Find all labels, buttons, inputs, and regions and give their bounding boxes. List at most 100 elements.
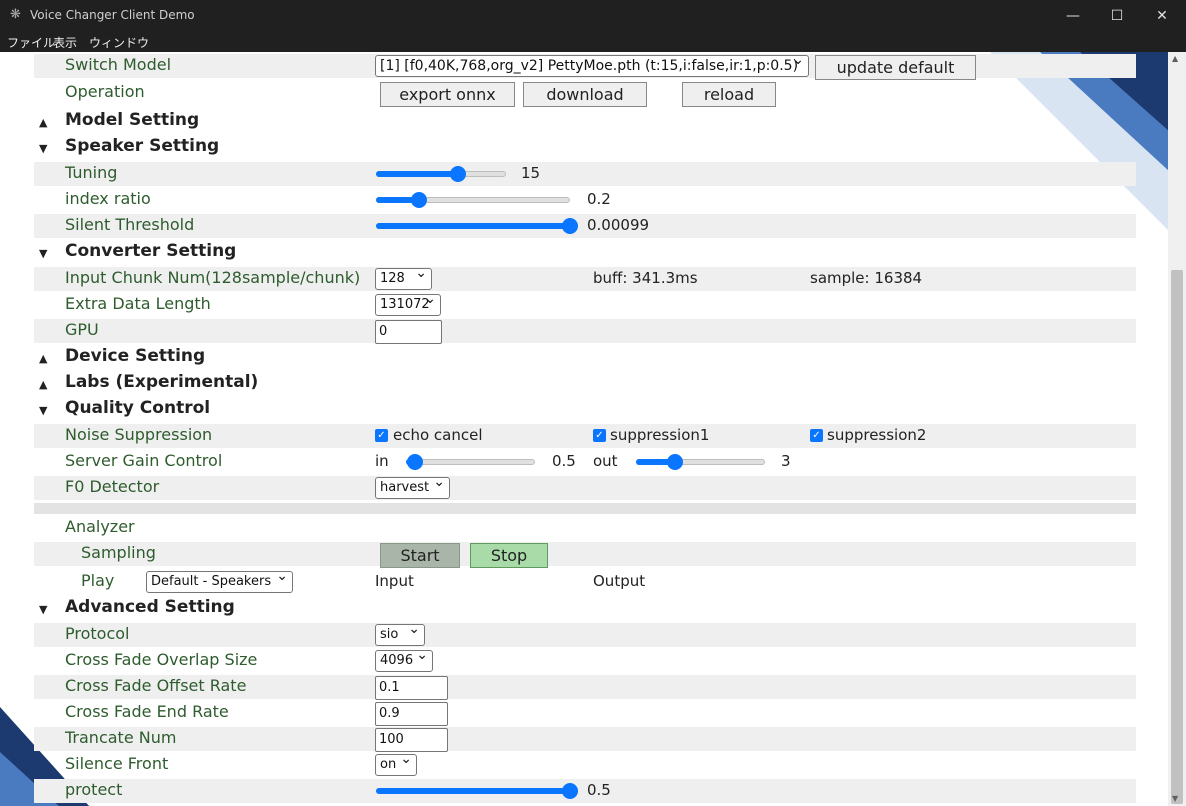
silence-front-label: Silence Front <box>65 754 169 773</box>
protect-label: protect <box>65 780 123 799</box>
protect-value: 0.5 <box>587 781 611 799</box>
section-speaker-setting[interactable]: ▼ Speaker Setting <box>34 136 1136 160</box>
window-title: Voice Changer Client Demo <box>30 8 195 22</box>
main-content: Switch Model [1] [f0,40K,768,org_v2] Pet… <box>0 52 1168 806</box>
expand-icon: ▲ <box>39 352 48 365</box>
gpu-input[interactable]: 0 <box>375 320 442 344</box>
silence-front-row: Silence Front on <box>34 753 1136 777</box>
echo-cancel-label: echo cancel <box>393 426 483 444</box>
collapse-icon: ▼ <box>39 603 48 616</box>
menu-view[interactable]: 表示 <box>53 34 77 51</box>
protect-slider[interactable] <box>376 781 578 801</box>
gpu-label: GPU <box>65 320 99 339</box>
scrollbar-thumb[interactable] <box>1171 270 1183 804</box>
collapse-icon: ▼ <box>39 404 48 417</box>
silent-threshold-slider[interactable] <box>376 216 578 236</box>
section-title: Device Setting <box>65 346 206 366</box>
protocol-select[interactable]: sio <box>375 624 425 646</box>
cross-fade-offset-row: Cross Fade Offset Rate 0.1 <box>34 675 1136 700</box>
input-chunk-label: Input Chunk Num(128sample/chunk) <box>65 268 361 287</box>
section-title: Quality Control <box>65 398 211 418</box>
cross-fade-end-input[interactable]: 0.9 <box>375 702 448 726</box>
download-button[interactable]: download <box>523 82 647 107</box>
switch-model-row: Switch Model [1] [f0,40K,768,org_v2] Pet… <box>34 54 1136 80</box>
protect-row: protect 0.5 <box>34 779 1136 803</box>
noise-suppression-row: Noise Suppression ✓ echo cancel ✓ suppre… <box>34 424 1136 448</box>
model-select[interactable]: [1] [f0,40K,768,org_v2] PettyMoe.pth (t:… <box>375 55 809 77</box>
scroll-down-icon[interactable]: ▼ <box>1172 794 1178 803</box>
tuning-slider[interactable] <box>376 164 506 184</box>
sampling-row: Sampling Start Stop <box>34 542 1136 568</box>
cross-fade-offset-input[interactable]: 0.1 <box>375 676 448 700</box>
gain-out-slider[interactable] <box>636 452 765 472</box>
vertical-scrollbar[interactable]: ▲ ▼ <box>1168 52 1186 806</box>
echo-cancel-checkbox[interactable]: ✓ <box>375 429 388 442</box>
expand-icon: ▲ <box>39 116 48 129</box>
analyzer-label: Analyzer <box>65 517 135 536</box>
gain-out-value: 3 <box>781 452 791 470</box>
menu-bar: ファイル 表示 ウィンドウ <box>0 32 1186 52</box>
section-title: Model Setting <box>65 110 200 130</box>
stop-button[interactable]: Stop <box>470 543 548 568</box>
expand-icon: ▲ <box>39 378 48 391</box>
play-input-label: Input <box>375 572 414 590</box>
buff-value: buff: 341.3ms <box>593 269 698 287</box>
minimize-button[interactable]: — <box>1050 0 1096 32</box>
suppression2-checkbox[interactable]: ✓ <box>810 429 823 442</box>
index-ratio-value: 0.2 <box>587 190 611 208</box>
scroll-up-icon[interactable]: ▲ <box>1172 54 1178 63</box>
export-onnx-button[interactable]: export onnx <box>380 82 515 107</box>
silent-threshold-label: Silent Threshold <box>65 215 195 234</box>
update-default-button[interactable]: update default <box>815 55 976 80</box>
section-title: Converter Setting <box>65 241 237 261</box>
reload-button[interactable]: reload <box>682 82 776 107</box>
f0-detector-label: F0 Detector <box>65 477 160 496</box>
play-device-select[interactable]: Default - Speakers <box>146 571 293 593</box>
tuning-value: 15 <box>521 164 541 182</box>
silence-front-select[interactable]: on <box>375 754 417 776</box>
menu-window[interactable]: ウィンドウ <box>89 34 149 51</box>
noise-suppression-label: Noise Suppression <box>65 425 213 444</box>
play-row: Play Default - Speakers Input Output <box>34 570 1136 594</box>
section-labs[interactable]: ▲ Labs (Experimental) <box>34 372 1136 396</box>
gain-in-slider[interactable] <box>406 452 535 472</box>
server-gain-row: Server Gain Control in 0.5 out 3 <box>34 450 1136 474</box>
start-button[interactable]: Start <box>380 543 460 568</box>
section-converter-setting[interactable]: ▼ Converter Setting <box>34 241 1136 265</box>
extra-data-row: Extra Data Length 131072 <box>34 293 1136 317</box>
section-device-setting[interactable]: ▲ Device Setting <box>34 346 1136 370</box>
sampling-label: Sampling <box>81 543 156 562</box>
f0-detector-select[interactable]: harvest <box>375 477 450 499</box>
extra-data-select[interactable]: 131072 <box>375 294 441 316</box>
section-advanced-setting[interactable]: ▼ Advanced Setting <box>34 597 1136 621</box>
collapse-icon: ▼ <box>39 247 48 260</box>
switch-model-label: Switch Model <box>65 55 172 74</box>
cross-fade-overlap-label: Cross Fade Overlap Size <box>65 650 258 669</box>
trancate-row: Trancate Num 100 <box>34 727 1136 752</box>
sample-value: sample: 16384 <box>810 269 923 287</box>
suppression1-checkbox[interactable]: ✓ <box>593 429 606 442</box>
gain-in-value: 0.5 <box>552 452 576 470</box>
app-icon: ❋ <box>10 7 21 22</box>
gpu-row: GPU 0 <box>34 319 1136 344</box>
maximize-button[interactable]: ☐ <box>1094 0 1140 32</box>
play-label: Play <box>81 571 115 590</box>
title-bar: ❋ Voice Changer Client Demo — ☐ ✕ <box>0 0 1186 32</box>
section-quality-control[interactable]: ▼ Quality Control <box>34 398 1136 422</box>
close-button[interactable]: ✕ <box>1139 0 1185 32</box>
menu-file[interactable]: ファイル <box>7 34 55 51</box>
index-ratio-slider[interactable] <box>376 190 570 210</box>
cross-fade-end-label: Cross Fade End Rate <box>65 702 229 721</box>
play-output-label: Output <box>593 572 646 590</box>
extra-data-label: Extra Data Length <box>65 294 211 313</box>
input-chunk-select[interactable]: 128 <box>375 268 432 290</box>
cross-fade-overlap-select[interactable]: 4096 <box>375 650 433 672</box>
gain-out-label: out <box>593 452 618 470</box>
tuning-label: Tuning <box>65 163 118 182</box>
trancate-input[interactable]: 100 <box>375 728 448 752</box>
section-model-setting[interactable]: ▲ Model Setting <box>34 110 1136 134</box>
input-chunk-row: Input Chunk Num(128sample/chunk) 128 buf… <box>34 267 1136 291</box>
index-ratio-label: index ratio <box>65 189 151 208</box>
protocol-row: Protocol sio <box>34 623 1136 647</box>
cross-fade-offset-label: Cross Fade Offset Rate <box>65 676 247 695</box>
